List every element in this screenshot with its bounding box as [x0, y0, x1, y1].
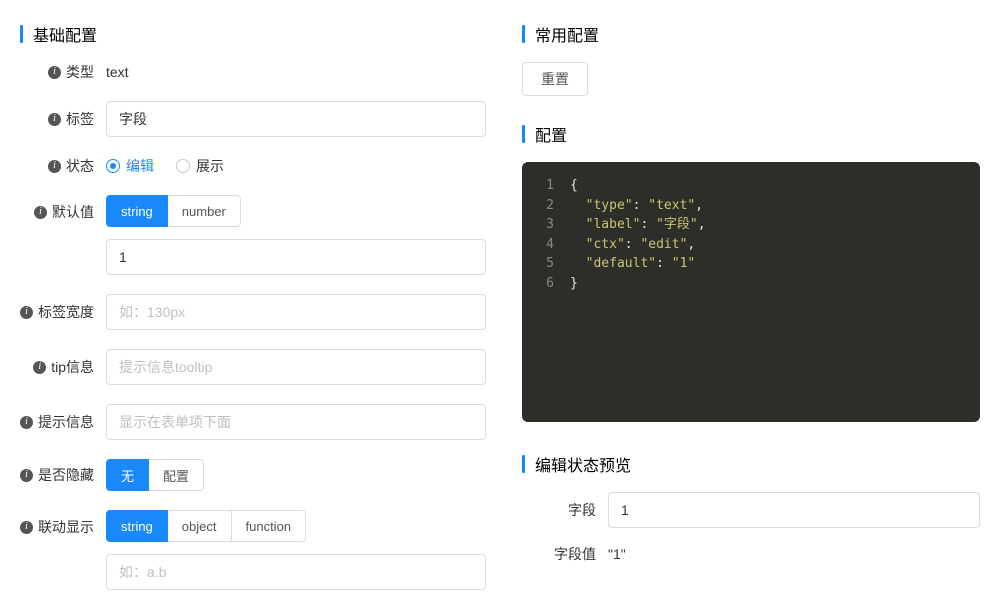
- section-bar: [522, 455, 525, 473]
- info-icon: i: [48, 66, 61, 79]
- section-bar: [522, 125, 525, 143]
- code-line: 5 "default": "1": [536, 254, 980, 274]
- row-default: i 默认值 string number: [20, 195, 486, 275]
- info-icon: i: [20, 469, 33, 482]
- label-default: i 默认值: [20, 195, 106, 222]
- row-labelwidth: i 标签宽度: [20, 294, 486, 330]
- section-common-config: 常用配置: [522, 22, 980, 46]
- info-icon: i: [20, 521, 33, 534]
- label-state: i 状态: [20, 156, 106, 176]
- row-tip: i tip信息: [20, 349, 486, 385]
- section-config: 配置: [522, 122, 980, 146]
- preview-value-label: 字段值: [522, 544, 608, 564]
- preview-field-input[interactable]: [608, 492, 980, 528]
- row-type: i 类型 text: [20, 62, 486, 82]
- seg-link-function[interactable]: function: [232, 510, 307, 542]
- info-icon: i: [48, 160, 61, 173]
- section-title: 配置: [535, 122, 567, 146]
- info-icon: i: [20, 306, 33, 319]
- row-hidden: i 是否隐藏 无 配置: [20, 459, 486, 491]
- row-label: i 标签: [20, 101, 486, 137]
- section-title: 基础配置: [33, 22, 97, 46]
- seg-default-number[interactable]: number: [168, 195, 241, 227]
- value-type: text: [106, 64, 486, 80]
- code-line: 2 "type": "text",: [536, 196, 980, 216]
- label-hint: i 提示信息: [20, 412, 106, 432]
- label-type: i 类型: [20, 62, 106, 82]
- seg-default-string[interactable]: string: [106, 195, 168, 227]
- preview-field-row: 字段: [522, 492, 980, 528]
- label-tip: i tip信息: [20, 357, 106, 377]
- section-preview: 编辑状态预览: [522, 452, 980, 476]
- seg-link-string[interactable]: string: [106, 510, 168, 542]
- radio-icon: [106, 159, 120, 173]
- label-hidden: i 是否隐藏: [20, 465, 106, 485]
- input-tip[interactable]: [106, 349, 486, 385]
- code-line: 6}: [536, 274, 980, 294]
- reset-button[interactable]: 重置: [522, 62, 588, 96]
- seg-hidden-config[interactable]: 配置: [149, 459, 204, 491]
- radio-state-edit[interactable]: 编辑: [106, 156, 154, 176]
- seg-hidden-none[interactable]: 无: [106, 459, 149, 491]
- input-hint[interactable]: [106, 404, 486, 440]
- info-icon: i: [20, 416, 33, 429]
- section-title: 常用配置: [535, 22, 599, 46]
- row-link: i 联动显示 string object function: [20, 510, 486, 590]
- label-labelwidth: i 标签宽度: [20, 302, 106, 322]
- preview-value-text: "1": [608, 546, 980, 562]
- radio-icon: [176, 159, 190, 173]
- section-basic-config: 基础配置: [20, 22, 486, 46]
- input-label[interactable]: [106, 101, 486, 137]
- section-bar: [522, 25, 525, 43]
- radio-state-show[interactable]: 展示: [176, 156, 224, 176]
- seg-link-object[interactable]: object: [168, 510, 232, 542]
- info-icon: i: [34, 206, 47, 219]
- section-bar: [20, 25, 23, 43]
- code-line: 3 "label": "字段",: [536, 215, 980, 235]
- code-line: 4 "ctx": "edit",: [536, 235, 980, 255]
- input-default[interactable]: [106, 239, 486, 275]
- row-hint: i 提示信息: [20, 404, 486, 440]
- config-code: 1{2 "type": "text",3 "label": "字段",4 "ct…: [522, 162, 980, 422]
- label-link: i 联动显示: [20, 510, 106, 537]
- input-link[interactable]: [106, 554, 486, 590]
- preview-field-label: 字段: [522, 500, 608, 520]
- code-line: 1{: [536, 176, 980, 196]
- info-icon: i: [33, 361, 46, 374]
- info-icon: i: [48, 113, 61, 126]
- input-labelwidth[interactable]: [106, 294, 486, 330]
- section-title: 编辑状态预览: [535, 452, 631, 476]
- preview-value-row: 字段值 "1": [522, 544, 980, 564]
- label-label: i 标签: [20, 109, 106, 129]
- row-state: i 状态 编辑 展示: [20, 156, 486, 176]
